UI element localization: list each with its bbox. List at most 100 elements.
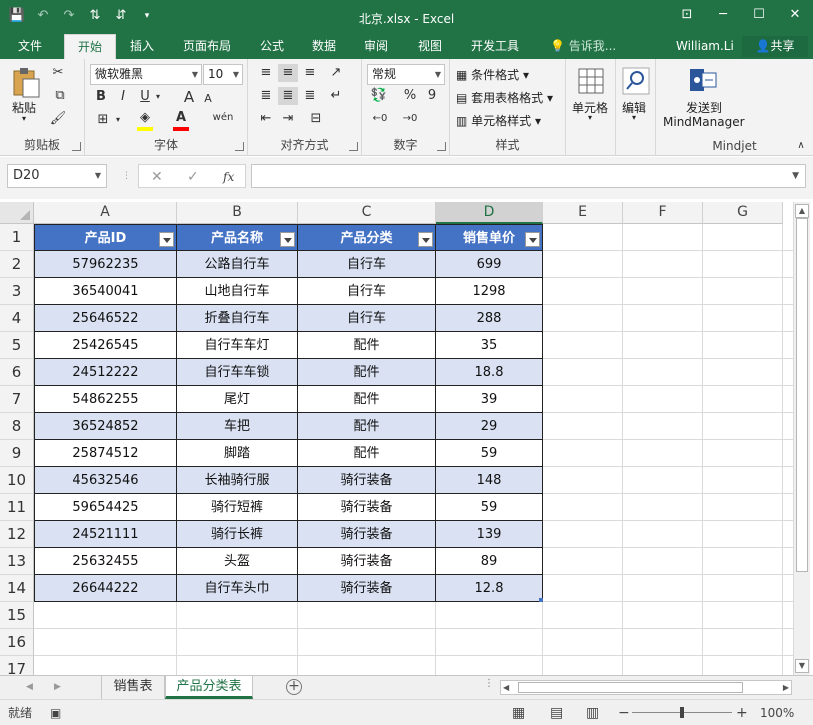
- row-header-7[interactable]: 7: [0, 386, 34, 413]
- table-cell[interactable]: 配件: [298, 413, 436, 440]
- table-cell[interactable]: 折叠自行车: [177, 305, 298, 332]
- row-header-3[interactable]: 3: [0, 278, 34, 305]
- copy-icon[interactable]: ⧉: [48, 87, 72, 105]
- table-cell[interactable]: 59654425: [34, 494, 177, 521]
- paste-icon[interactable]: [10, 67, 42, 99]
- row-header-12[interactable]: 12: [0, 521, 34, 548]
- table-cell[interactable]: 288: [436, 305, 543, 332]
- share-button[interactable]: 👤共享: [742, 36, 808, 57]
- user-name[interactable]: William.Li: [676, 34, 734, 59]
- page-break-view-icon[interactable]: ▥: [586, 700, 599, 725]
- table-cell[interactable]: 配件: [298, 386, 436, 413]
- table-cell[interactable]: 36524852: [34, 413, 177, 440]
- row-header-15[interactable]: 15: [0, 602, 34, 629]
- table-cell[interactable]: 骑行装备: [298, 467, 436, 494]
- sort-descending-icon[interactable]: ⇵: [110, 6, 132, 26]
- row-header-4[interactable]: 4: [0, 305, 34, 332]
- redo-icon[interactable]: ↷: [58, 6, 80, 26]
- shrink-font-button[interactable]: A: [201, 90, 215, 108]
- column-header-e[interactable]: E: [543, 202, 623, 224]
- table-cell[interactable]: 25874512: [34, 440, 177, 467]
- table-cell[interactable]: 25426545: [34, 332, 177, 359]
- table-cell[interactable]: 18.8: [436, 359, 543, 386]
- row-header-13[interactable]: 13: [0, 548, 34, 575]
- format-painter-icon[interactable]: 🖌: [48, 110, 68, 128]
- vertical-scrollbar[interactable]: ▲ ▼: [793, 202, 810, 675]
- percent-style-button[interactable]: %: [402, 87, 418, 105]
- table-cell[interactable]: 自行车: [298, 251, 436, 278]
- grow-font-button[interactable]: A: [181, 88, 197, 106]
- table-cell[interactable]: 骑行装备: [298, 521, 436, 548]
- table-cell[interactable]: 尾灯: [177, 386, 298, 413]
- table-cell[interactable]: 骑行长裤: [177, 521, 298, 548]
- formula-input[interactable]: ▼: [251, 164, 806, 188]
- font-color-icon[interactable]: A: [171, 109, 191, 127]
- table-cell[interactable]: 139: [436, 521, 543, 548]
- underline-button[interactable]: U: [137, 88, 153, 106]
- insert-function-icon[interactable]: fx: [223, 165, 234, 189]
- table-cell[interactable]: 39: [436, 386, 543, 413]
- normal-view-icon[interactable]: ▦: [512, 700, 525, 725]
- table-cell[interactable]: 自行车车灯: [177, 332, 298, 359]
- align-middle-icon[interactable]: ≡: [278, 64, 298, 82]
- vertical-scroll-thumb[interactable]: [796, 218, 808, 572]
- tab-page-layout[interactable]: 页面布局: [174, 34, 240, 59]
- table-cell[interactable]: 自行车头巾: [177, 575, 298, 602]
- scroll-left-icon[interactable]: ◀: [503, 681, 509, 694]
- align-left-icon[interactable]: ≣: [256, 87, 276, 105]
- tab-developer[interactable]: 开发工具: [462, 34, 528, 59]
- table-cell[interactable]: 35: [436, 332, 543, 359]
- decrease-decimal-icon[interactable]: →0: [398, 110, 422, 128]
- row-header-17[interactable]: 17: [0, 656, 34, 675]
- bold-button[interactable]: B: [93, 88, 109, 106]
- sort-ascending-icon[interactable]: ⇅: [84, 6, 106, 26]
- alignment-launcher-icon[interactable]: [349, 142, 358, 151]
- table-cell[interactable]: 自行车车锁: [177, 359, 298, 386]
- splitter-icon[interactable]: ⋮: [122, 171, 131, 181]
- column-header-f[interactable]: F: [623, 202, 703, 224]
- table-cell[interactable]: 24521111: [34, 521, 177, 548]
- undo-icon[interactable]: ↶: [32, 6, 54, 26]
- minimize-button[interactable]: ─: [705, 0, 741, 30]
- column-header-a[interactable]: A: [34, 202, 177, 224]
- table-cell[interactable]: 36540041: [34, 278, 177, 305]
- collapse-ribbon-icon[interactable]: ∧: [794, 137, 808, 155]
- conditional-formatting-button[interactable]: ▦ 条件格式 ▾: [456, 66, 529, 83]
- tab-view[interactable]: 视图: [410, 34, 450, 59]
- send-to-label[interactable]: 发送到: [686, 99, 722, 116]
- table-cell[interactable]: 57962235: [34, 251, 177, 278]
- mindmanager-label[interactable]: MindManager: [663, 115, 745, 129]
- row-header-5[interactable]: 5: [0, 332, 34, 359]
- horizontal-scrollbar[interactable]: ◀ ▶: [500, 680, 792, 695]
- zoom-slider-thumb[interactable]: [680, 707, 684, 718]
- font-size-select[interactable]: 10 ▼: [203, 64, 243, 85]
- table-cell[interactable]: 89: [436, 548, 543, 575]
- row-header-6[interactable]: 6: [0, 359, 34, 386]
- horizontal-scroll-thumb[interactable]: [518, 682, 743, 693]
- macro-record-icon[interactable]: ▣: [50, 700, 61, 725]
- decrease-indent-icon[interactable]: ⇤: [256, 110, 276, 128]
- ribbon-display-options-icon[interactable]: ⊡: [669, 0, 705, 30]
- row-header-8[interactable]: 8: [0, 413, 34, 440]
- expand-formula-icon[interactable]: ▼: [792, 165, 799, 187]
- row-header-2[interactable]: 2: [0, 251, 34, 278]
- filter-dropdown-icon[interactable]: [159, 232, 174, 247]
- mindmanager-icon[interactable]: [688, 65, 718, 95]
- table-cell[interactable]: 车把: [177, 413, 298, 440]
- cells-icon[interactable]: [577, 67, 605, 95]
- table-cell[interactable]: 29: [436, 413, 543, 440]
- wrap-text-icon[interactable]: ↵: [326, 87, 346, 105]
- table-resize-handle[interactable]: [539, 598, 543, 602]
- tab-review[interactable]: 审阅: [356, 34, 396, 59]
- zoom-out-button[interactable]: −: [618, 700, 630, 725]
- tab-formulas[interactable]: 公式: [252, 34, 292, 59]
- table-cell[interactable]: 45632546: [34, 467, 177, 494]
- table-cell[interactable]: 配件: [298, 440, 436, 467]
- page-layout-view-icon[interactable]: ▤: [550, 700, 563, 725]
- row-header-10[interactable]: 10: [0, 467, 34, 494]
- filter-dropdown-icon[interactable]: [418, 232, 433, 247]
- zoom-level[interactable]: 100%: [760, 700, 794, 725]
- clipboard-launcher-icon[interactable]: [72, 142, 81, 151]
- tell-me-search[interactable]: 💡 告诉我...: [550, 34, 616, 59]
- table-cell[interactable]: 骑行装备: [298, 575, 436, 602]
